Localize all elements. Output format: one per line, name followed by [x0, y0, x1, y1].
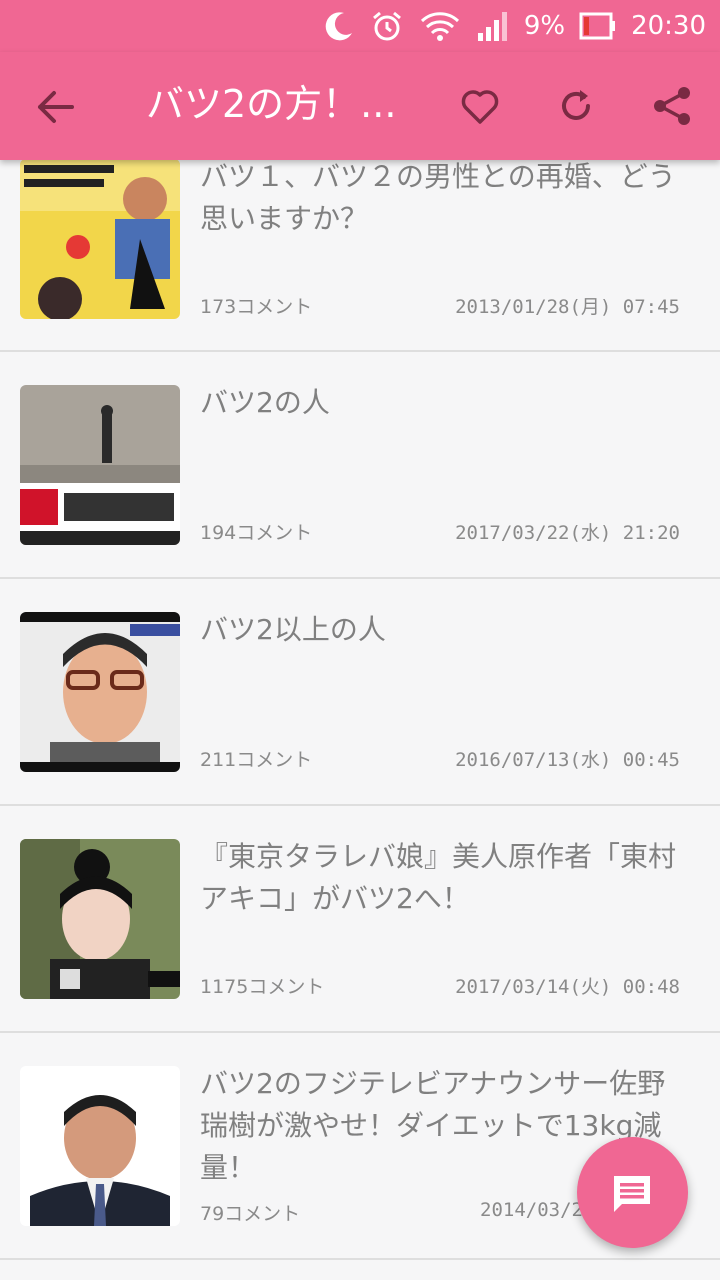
thumbnail	[20, 1066, 180, 1226]
list-item[interactable]: バツ2の人 194コメント 2017/03/22(水) 21:20	[0, 352, 720, 579]
battery-icon	[579, 12, 616, 40]
battery-percent: 9%	[523, 11, 566, 41]
thread-meta: 1175コメント 2017/03/14(火) 00:48	[200, 972, 680, 1002]
thumbnail	[20, 612, 180, 772]
thumbnail	[20, 839, 180, 999]
thread-title: 『東京タラレバ娘』美人原作者「東村アキコ」がバツ2へ！	[200, 840, 677, 915]
post-date: 2016/07/13(水) 00:45	[455, 749, 680, 771]
thread-title: バツ2以上の人	[200, 613, 386, 646]
page-title: バツ2の方！...	[146, 82, 397, 126]
thread-meta: 211コメント 2016/07/13(水) 00:45	[200, 745, 680, 775]
thread-meta: 173コメント 2013/01/28(月) 07:45	[200, 292, 680, 322]
list-item[interactable]: バツ2以上の人 211コメント 2016/07/13(水) 00:45	[0, 579, 720, 806]
thumbnail	[20, 385, 180, 545]
comment-icon	[614, 1176, 650, 1212]
comment-count: 211コメント	[200, 749, 313, 771]
clock: 20:30	[631, 11, 706, 41]
thread-meta: 194コメント 2017/03/22(水) 21:20	[200, 518, 680, 548]
list-item[interactable]: 『東京タラレバ娘』美人原作者「東村アキコ」がバツ2へ！ 1175コメント 201…	[0, 806, 720, 1033]
alarm-icon	[372, 11, 401, 41]
post-date: 2013/01/28(月) 07:45	[455, 296, 680, 318]
moon-icon	[325, 12, 352, 41]
wifi-icon	[420, 12, 459, 41]
status-icons: 9% 20:30	[322, 8, 706, 44]
thread-title: バツ１、バツ２の男性との再婚、どう思いますか？	[200, 160, 676, 235]
refresh-icon[interactable]	[554, 84, 598, 128]
status-bar: 9% 20:30	[0, 0, 720, 52]
post-date: 2017/03/14(火) 00:48	[455, 976, 680, 998]
heart-icon[interactable]	[458, 84, 502, 128]
thread-list: バツ１、バツ２の男性との再婚、どう思いますか？ 173コメント 2013/01/…	[0, 126, 720, 1260]
back-arrow-icon[interactable]	[34, 86, 76, 128]
app-bar: バツ2の方！...	[0, 52, 720, 160]
signal-icon	[477, 12, 507, 41]
comment-count: 1175コメント	[200, 976, 325, 998]
thumbnail	[20, 159, 180, 319]
comment-count: 194コメント	[200, 522, 313, 544]
comment-count: 79コメント	[200, 1203, 301, 1225]
share-icon[interactable]	[650, 84, 694, 128]
comment-count: 173コメント	[200, 296, 313, 318]
thread-title: バツ2の人	[200, 386, 330, 419]
comment-fab[interactable]	[577, 1137, 688, 1248]
post-date: 2017/03/22(水) 21:20	[455, 522, 680, 544]
